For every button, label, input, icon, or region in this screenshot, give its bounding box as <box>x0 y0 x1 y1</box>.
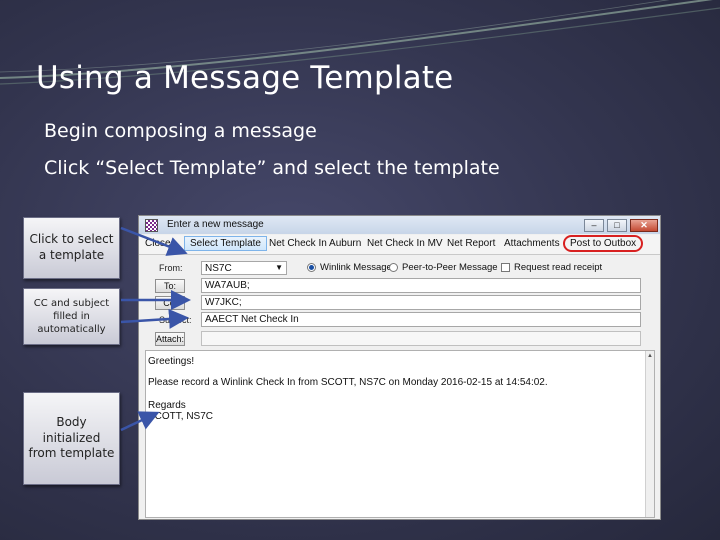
to-button[interactable]: To: <box>155 279 185 293</box>
cc-field[interactable]: W7JKC; <box>201 295 641 310</box>
callout-body-initialized: Body initialized from template <box>23 392 120 485</box>
from-value: NS7C <box>205 263 232 274</box>
minimize-button[interactable]: – <box>584 219 604 232</box>
winlink-message-radio[interactable] <box>307 263 316 272</box>
from-select[interactable]: NS7C ▼ <box>201 261 287 275</box>
close-menu-item[interactable]: Close <box>145 238 171 249</box>
message-body[interactable]: Greetings! Please record a Winlink Check… <box>145 350 655 518</box>
maximize-button[interactable]: □ <box>607 219 627 232</box>
attach-button[interactable]: Attach: <box>155 332 185 346</box>
body-regards: Regards <box>148 400 186 411</box>
body-signature: SCOTT, NS7C <box>148 411 214 422</box>
scroll-up-icon[interactable]: ▲ <box>647 353 653 359</box>
chevron-down-icon: ▼ <box>275 263 283 272</box>
body-greeting: Greetings! <box>148 356 195 367</box>
to-field[interactable]: WA7AUB; <box>201 278 641 293</box>
bullet-select-template: Click “Select Template” and select the t… <box>44 157 500 179</box>
net-check-in-mv-menu-item[interactable]: Net Check In MV <box>367 238 443 249</box>
attachments-bar <box>201 331 641 346</box>
request-receipt-checkbox[interactable] <box>501 263 510 272</box>
body-text: Please record a Winlink Check In from SC… <box>148 377 548 388</box>
slide-title: Using a Message Template <box>36 60 454 96</box>
peer-to-peer-label: Peer-to-Peer Message <box>402 262 498 273</box>
request-receipt-label: Request read receipt <box>514 262 603 273</box>
attachments-menu-item[interactable]: Attachments <box>504 238 560 249</box>
net-report-menu-item[interactable]: Net Report <box>447 238 495 249</box>
callout-cc-subject: CC and subject filled in automatically <box>23 288 120 345</box>
bullet-begin-composing: Begin composing a message <box>44 120 317 142</box>
message-window: Enter a new message – □ ✕ Close Select T… <box>138 215 661 520</box>
body-scrollbar[interactable]: ▲ <box>645 351 654 517</box>
post-to-outbox-menu-item[interactable]: Post to Outbox <box>563 235 644 252</box>
window-title: Enter a new message <box>167 219 264 230</box>
subject-field[interactable]: AAECT Net Check In <box>201 312 641 327</box>
subject-label: Subject: <box>159 315 192 325</box>
winlink-message-label: Winlink Message <box>320 262 392 273</box>
net-check-in-auburn-menu-item[interactable]: Net Check In Auburn <box>269 238 361 249</box>
cc-button[interactable]: Cc: <box>155 296 185 310</box>
select-template-menu-item[interactable]: Select Template <box>184 236 267 251</box>
app-icon <box>145 219 158 232</box>
close-window-button[interactable]: ✕ <box>630 219 658 232</box>
toolbar: Close Select Template Net Check In Aubur… <box>139 235 660 255</box>
window-titlebar: Enter a new message – □ ✕ <box>139 216 660 234</box>
from-label: From: <box>159 263 183 273</box>
peer-to-peer-radio[interactable] <box>389 263 398 272</box>
callout-select-template: Click to select a template <box>23 217 120 279</box>
